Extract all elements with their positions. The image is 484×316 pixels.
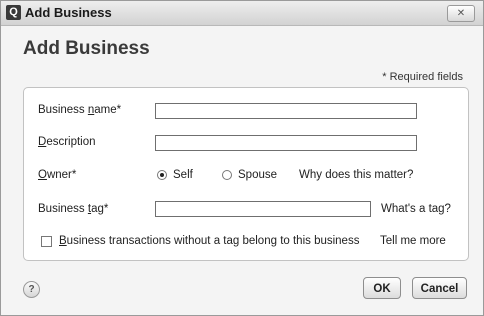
owner-label: Owner* <box>38 169 77 181</box>
business-tag-field[interactable] <box>155 201 371 217</box>
add-business-dialog: Q Add Business ✕ Add Business * Required… <box>0 0 484 316</box>
app-logo-icon: Q <box>6 5 21 20</box>
cancel-button[interactable]: Cancel <box>412 277 467 299</box>
description-field[interactable] <box>155 135 417 151</box>
no-tag-transactions-checkbox[interactable] <box>41 236 52 247</box>
title-bar[interactable]: Q Add Business ✕ <box>1 1 483 26</box>
no-tag-transactions-label[interactable]: Business transactions without a tag belo… <box>59 235 359 247</box>
owner-self-radio[interactable] <box>157 170 167 180</box>
owner-self-label[interactable]: Self <box>173 169 193 181</box>
help-icon[interactable]: ? <box>23 281 40 298</box>
business-tag-label: Business tag* <box>38 203 109 215</box>
description-label: Description <box>38 136 96 148</box>
business-name-label: Business name* <box>38 104 122 116</box>
whats-a-tag-link[interactable]: What's a tag? <box>381 203 451 215</box>
dialog-heading: Add Business <box>23 38 150 59</box>
why-does-this-matter-link[interactable]: Why does this matter? <box>299 169 413 181</box>
owner-spouse-radio[interactable] <box>222 170 232 180</box>
ok-button[interactable]: OK <box>363 277 401 299</box>
owner-spouse-label[interactable]: Spouse <box>238 169 277 181</box>
close-button[interactable]: ✕ <box>447 5 475 22</box>
required-fields-note: * Required fields <box>382 71 463 83</box>
form-panel: Business name* Description Owner* Self S… <box>23 87 469 261</box>
business-name-field[interactable] <box>155 103 417 119</box>
window-title: Add Business <box>25 5 112 20</box>
tell-me-more-link[interactable]: Tell me more <box>380 235 446 247</box>
